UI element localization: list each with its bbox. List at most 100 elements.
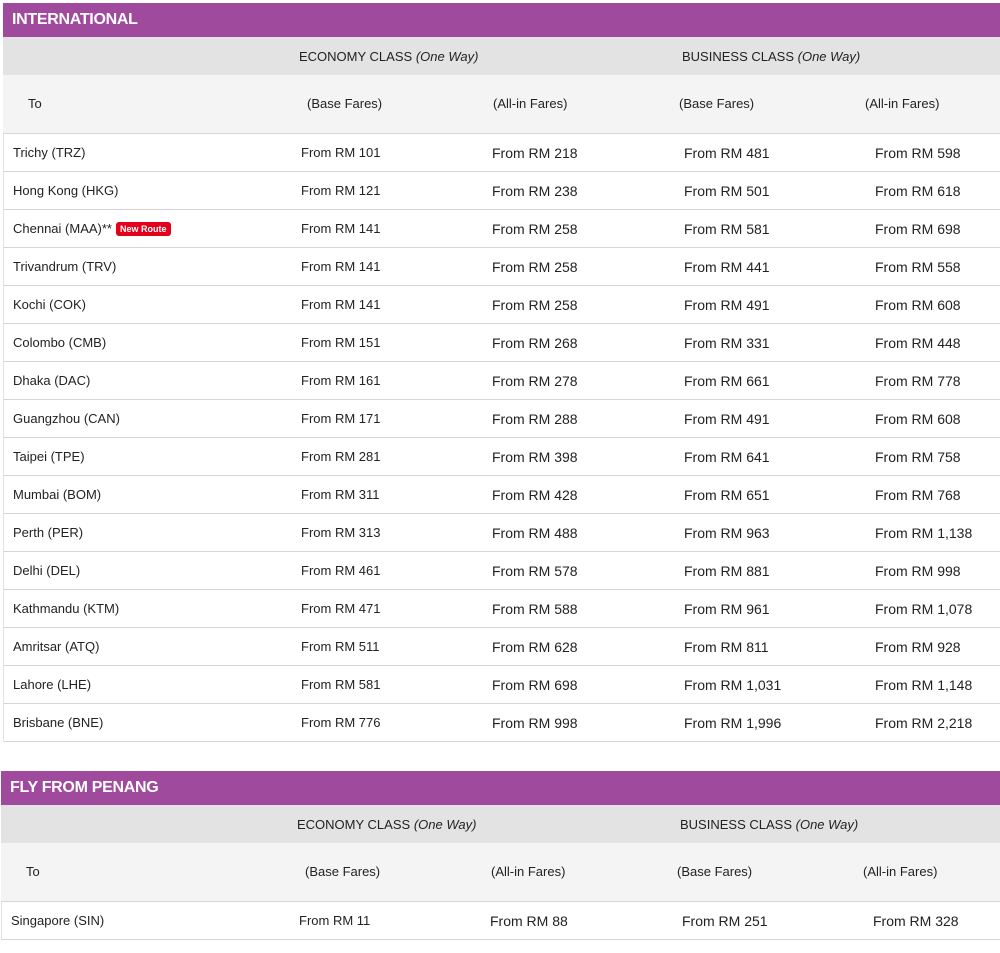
destination-cell: Mumbai (BOM)	[13, 487, 101, 502]
business-base-fares-header: (Base Fares)	[677, 864, 753, 879]
business-allin-fare-cell: From RM 1,148	[875, 677, 972, 693]
table-row: Singapore (SIN) From RM 11 From RM 88 From …	[1, 902, 1000, 940]
fare-type-header-row: To (Base Fares) (All-in Fares) (Base Far…	[1, 843, 1000, 902]
destination-cell-text: Perth (PER)	[13, 525, 84, 540]
business-base-fare-cell-text: From RM 501	[684, 183, 770, 199]
table-row: Trichy (TRZ) From RM 101 From RM 218 From R…	[3, 134, 1000, 172]
economy-allin-fare-cell: From RM 588	[492, 601, 578, 617]
to-column-header: To	[26, 864, 40, 879]
table-row: Perth (PER) From RM 313 From RM 488 From RM…	[3, 514, 1000, 552]
destination-cell: Delhi (DEL)	[13, 563, 80, 578]
business-base-fare-cell: From RM 481	[684, 145, 770, 161]
economy-base-fares-header: (Base Fares)	[305, 864, 381, 879]
economy-base-fare-cell: From RM 121	[301, 183, 380, 198]
business-base-fare-cell-text: From RM 1,031	[684, 677, 782, 693]
economy-base-fare-cell-text: From RM 151	[301, 335, 381, 350]
business-allin-fare-cell-text: From RM 768	[875, 487, 961, 503]
economy-allin-fare-cell: From RM 88	[490, 913, 568, 929]
economy-allin-fare-cell-text: From RM 578	[492, 563, 578, 579]
table-row: Amritsar (ATQ) From RM 511 From RM 628 From…	[3, 628, 1000, 666]
business-base-fare-cell-text: From RM 491	[684, 297, 770, 313]
business-class-label: BUSINESS CLASS (One Way)	[680, 817, 858, 832]
economy-allin-fare-cell: From RM 288	[492, 411, 578, 427]
economy-allin-fare-cell: From RM 268	[492, 335, 578, 351]
business-base-fare-cell: From RM 491	[684, 297, 770, 313]
business-base-fare-cell: From RM 331	[684, 335, 770, 351]
business-allin-fare-cell-text: From RM 1,078	[875, 601, 973, 617]
destination-cell-text: Colombo (CMB)	[13, 335, 107, 350]
business-base-fare-cell-text: From RM 491	[684, 411, 770, 427]
destination-cell: Colombo (CMB)	[13, 335, 106, 350]
table-row: Chennai (MAA)** New Route From RM 141 From …	[3, 210, 1000, 248]
business-allin-fares-header: (All-in Fares)	[865, 96, 940, 111]
business-base-fare-cell: From RM 961	[684, 601, 770, 617]
economy-base-fare-cell-text: From RM 141	[301, 221, 381, 236]
table-row: Lahore (LHE) From RM 581 From RM 698 From R…	[3, 666, 1000, 704]
business-allin-fare-cell-text: From RM 598	[875, 145, 961, 161]
economy-base-fare-cell-text: From RM 101	[301, 145, 381, 160]
economy-allin-fare-cell-text: From RM 288	[492, 411, 578, 427]
economy-base-fare-cell: From RM 511	[301, 639, 380, 654]
business-base-fare-cell: From RM 441	[684, 259, 770, 275]
penang-rows: Singapore (SIN) From RM 11 From RM 88 From …	[1, 902, 1000, 940]
business-class-text: BUSINESS CLASS	[682, 49, 794, 64]
penang-fares-table: FLY FROM PENANG ECONOMY CLASS (One Way) …	[1, 771, 1000, 940]
destination-cell-text: Delhi (DEL)	[13, 563, 81, 578]
destination-cell-text: Dhaka (DAC)	[13, 373, 91, 388]
business-allin-fare-cell-text: From RM 698	[875, 221, 961, 237]
table-row: Dhaka (DAC) From RM 161 From RM 278 From RM…	[3, 362, 1000, 400]
business-allin-fare-cell: From RM 698	[875, 221, 961, 237]
business-allin-fare-cell: From RM 778	[875, 373, 961, 389]
destination-cell: Kochi (COK)	[13, 297, 86, 312]
economy-base-fare-cell: From RM 161	[301, 373, 380, 388]
business-allin-fare-cell-text: From RM 998	[875, 563, 961, 579]
economy-allin-fare-cell-text: From RM 428	[492, 487, 578, 503]
economy-allin-fare-cell: From RM 278	[492, 373, 578, 389]
economy-base-fare-cell: From RM 311	[301, 487, 380, 502]
destination-cell-text: Trivandrum (TRV)	[13, 259, 117, 274]
business-allin-fare-cell: From RM 448	[875, 335, 961, 351]
business-base-fare-cell: From RM 501	[684, 183, 770, 199]
business-base-fare-cell-text: From RM 961	[684, 601, 770, 617]
table-row: Delhi (DEL) From RM 461 From RM 578 From RM…	[3, 552, 1000, 590]
economy-allin-fare-cell-text: From RM 698	[492, 677, 578, 693]
economy-base-fare-cell: From RM 313	[301, 525, 380, 540]
international-rows: Trichy (TRZ) From RM 101 From RM 218 From R…	[3, 134, 1000, 742]
economy-base-fare-cell: From RM 141	[301, 259, 380, 274]
economy-base-fare-cell: From RM 101	[301, 145, 380, 160]
business-base-fare-cell-text: From RM 1,996	[684, 715, 782, 731]
business-allin-fare-cell-text: From RM 758	[875, 449, 961, 465]
business-base-fares-header: (Base Fares)	[679, 96, 755, 111]
business-base-fare-cell-text: From RM 251	[682, 913, 768, 929]
one-way-note: (One Way)	[797, 49, 861, 64]
destination-cell-text: Kathmandu (KTM)	[13, 601, 120, 616]
business-allin-fare-cell: From RM 1,078	[875, 601, 972, 617]
business-allin-fare-cell-text: From RM 1,138	[875, 525, 973, 541]
economy-allin-fare-cell-text: From RM 398	[492, 449, 578, 465]
business-base-fare-cell: From RM 963	[684, 525, 770, 541]
economy-base-fare-cell-text: From RM 776	[301, 715, 381, 730]
destination-cell: Chennai (MAA)** New Route	[13, 221, 171, 236]
international-fares-table: INTERNATIONAL ECONOMY CLASS (One Way) BU…	[3, 3, 1000, 742]
business-allin-fare-cell: From RM 608	[875, 411, 961, 427]
destination-cell-text: Brisbane (BNE)	[13, 715, 104, 730]
economy-allin-fare-cell: From RM 238	[492, 183, 578, 199]
business-base-fare-cell: From RM 1,031	[684, 677, 781, 693]
economy-base-fare-cell: From RM 11	[299, 913, 370, 928]
economy-allin-fares-header: (All-in Fares)	[493, 96, 568, 111]
destination-cell-text: Singapore (SIN)	[11, 913, 105, 928]
economy-allin-fare-cell: From RM 998	[492, 715, 578, 731]
economy-allin-fare-cell-text: From RM 488	[492, 525, 578, 541]
destination-cell: Taipei (TPE)	[13, 449, 85, 464]
business-base-fare-cell-text: From RM 331	[684, 335, 770, 351]
destination-cell-text: Hong Kong (HKG)	[13, 183, 119, 198]
economy-base-fare-cell-text: From RM 11	[299, 913, 371, 928]
economy-base-fare-cell: From RM 471	[301, 601, 380, 616]
business-allin-fare-cell: From RM 328	[873, 913, 959, 929]
business-allin-fare-cell: From RM 758	[875, 449, 961, 465]
business-base-fare-cell-text: From RM 581	[684, 221, 770, 237]
table-row: Taipei (TPE) From RM 281 From RM 398 From R…	[3, 438, 1000, 476]
economy-allin-fare-cell: From RM 628	[492, 639, 578, 655]
business-base-fare-cell: From RM 811	[684, 639, 769, 655]
economy-allin-fare-cell-text: From RM 998	[492, 715, 578, 731]
